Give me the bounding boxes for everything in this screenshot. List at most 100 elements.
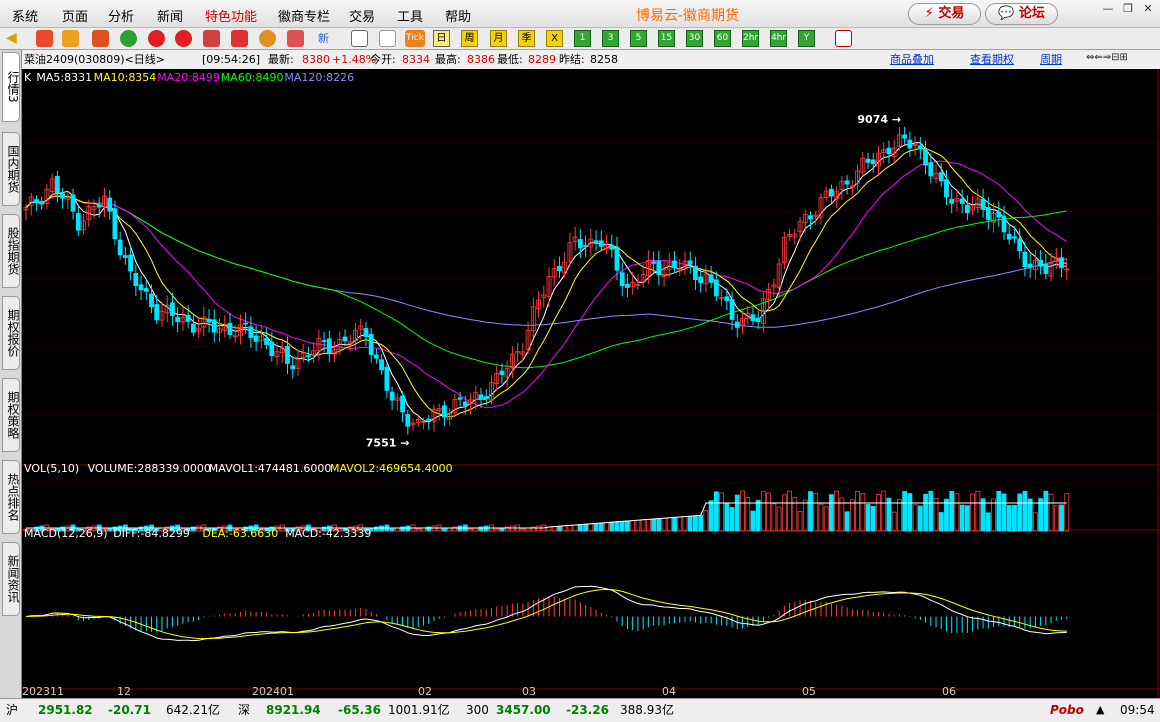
window-icon[interactable]: [203, 30, 220, 47]
period-button-3[interactable]: 3: [602, 30, 619, 47]
volume-bar: [949, 491, 955, 532]
tab-option-quotes[interactable]: 期权报价: [2, 296, 20, 370]
quote-icon[interactable]: [92, 30, 109, 47]
period-button-4hr[interactable]: 4hr: [770, 30, 787, 47]
pen-icon[interactable]: [231, 30, 248, 47]
volume-bar: [1059, 504, 1064, 532]
prev-settle: 8258: [590, 53, 618, 66]
ma20-line: [25, 160, 1068, 409]
trade-button[interactable]: ⚡ 交易: [908, 3, 981, 25]
candle-body: [143, 288, 149, 292]
menu-huishang-column[interactable]: 徽商专栏: [278, 6, 330, 25]
volume-bar: [734, 494, 740, 532]
tab-hot-ranking[interactable]: 热点排名: [2, 460, 20, 534]
layers-icon[interactable]: [62, 30, 79, 47]
period-button-60[interactable]: 60: [714, 30, 731, 47]
bell-icon[interactable]: [259, 30, 276, 47]
candle-body: [248, 326, 254, 338]
period-button-月[interactable]: 月: [490, 30, 507, 47]
back-icon[interactable]: ◀: [6, 30, 23, 47]
menu-system[interactable]: 系统: [12, 6, 38, 25]
lightning-icon: ⚡: [924, 6, 934, 21]
candle-body: [462, 401, 468, 406]
candle-body: [1012, 236, 1017, 239]
trend-icon[interactable]: [379, 30, 396, 47]
tab-domestic-futures[interactable]: 国内期货: [2, 132, 20, 206]
overlay-link[interactable]: 商品叠加: [890, 50, 934, 69]
candle-body: [112, 208, 118, 240]
menu-tools[interactable]: 工具: [397, 6, 423, 25]
volume-bar: [802, 499, 808, 532]
volume-bar: [1027, 498, 1033, 532]
menu-analysis[interactable]: 分析: [108, 6, 134, 25]
volume-bar: [808, 491, 813, 532]
volume-bar: [771, 503, 777, 532]
candle-body: [285, 345, 290, 364]
menu-features[interactable]: 特色功能: [205, 6, 257, 25]
c3-amount: 388.93亿: [620, 703, 674, 717]
minimize-icon[interactable]: —: [1101, 2, 1115, 16]
candle-body: [400, 395, 405, 413]
grid-icon[interactable]: [835, 30, 852, 47]
period-button-5[interactable]: 5: [630, 30, 647, 47]
period-button-Y[interactable]: Y: [798, 30, 815, 47]
volume-bar: [1053, 505, 1059, 532]
c3-change: -23.26: [566, 703, 609, 717]
tick-icon[interactable]: Tick: [405, 30, 425, 47]
close-icon[interactable]: ✕: [1141, 2, 1155, 16]
layout-buttons[interactable]: ⇔⇐⇒⊟⊞: [1086, 52, 1156, 66]
filter-icon[interactable]: [287, 30, 304, 47]
period-button-日[interactable]: 日: [433, 30, 450, 47]
menu-help[interactable]: 帮助: [445, 6, 471, 25]
refresh-icon[interactable]: [120, 30, 137, 47]
period-button-2hr[interactable]: 2hr: [742, 30, 759, 47]
period-button-周[interactable]: 周: [461, 30, 478, 47]
menu-trade[interactable]: 交易: [349, 6, 375, 25]
view-options-link[interactable]: 查看期权: [970, 50, 1014, 69]
home-icon[interactable]: [36, 30, 53, 47]
zoom-in-icon[interactable]: [148, 30, 165, 47]
period-button-15[interactable]: 15: [658, 30, 675, 47]
candle-body: [944, 179, 949, 198]
candle-body: [1017, 238, 1023, 252]
tab-quotes[interactable]: 行情3: [2, 52, 20, 122]
candle-body: [619, 272, 625, 287]
candle-body: [844, 180, 850, 185]
volume-bar: [928, 490, 934, 532]
volume-bar: [703, 510, 709, 532]
period-link[interactable]: 周期: [1040, 50, 1062, 69]
x-label: 12: [117, 685, 131, 698]
high-mark: 9074 →: [857, 113, 901, 126]
candle-body: [598, 240, 604, 247]
kline-chart[interactable]: K MA5:8331 MA10:8354 MA20:8499 MA60:8490 MA12…: [22, 69, 1160, 698]
volume-bar: [666, 517, 672, 532]
volume-bar: [849, 499, 855, 532]
forum-button[interactable]: 💬 论坛: [985, 3, 1058, 25]
volume-bar: [630, 520, 636, 532]
app-title: 博易云-徽商期货: [636, 8, 740, 24]
restore-icon[interactable]: ❐: [1121, 2, 1135, 16]
tab-news[interactable]: 新闻资讯: [2, 542, 20, 616]
menu-page[interactable]: 页面: [62, 6, 88, 25]
zoom-out-icon[interactable]: [175, 30, 192, 47]
period-button-季[interactable]: 季: [518, 30, 535, 47]
period-button-30[interactable]: 30: [686, 30, 703, 47]
volume-bar: [598, 522, 604, 532]
ma120-line: [25, 195, 1067, 328]
tab-option-strategy[interactable]: 期权策略: [2, 378, 20, 452]
tab-index-futures[interactable]: 股指期货: [2, 214, 20, 288]
volume-bar: [797, 511, 803, 532]
candle-body: [651, 261, 656, 264]
volume-bar: [682, 516, 688, 532]
x-label: 202311: [22, 685, 64, 698]
last-price: 8380: [302, 53, 330, 66]
news-icon[interactable]: 新: [315, 30, 332, 47]
menu-news[interactable]: 新闻: [157, 6, 183, 25]
period-button-1[interactable]: 1: [574, 30, 591, 47]
list-icon[interactable]: [351, 30, 368, 47]
volume-bar: [1012, 504, 1017, 532]
candle-body: [985, 207, 991, 220]
quote-info-bar: 菜油2409(030809)<日线> [09:54:26] 最新: 8380 +…: [22, 50, 1160, 69]
candle-body: [1027, 263, 1033, 268]
period-button-X[interactable]: X: [546, 30, 563, 47]
